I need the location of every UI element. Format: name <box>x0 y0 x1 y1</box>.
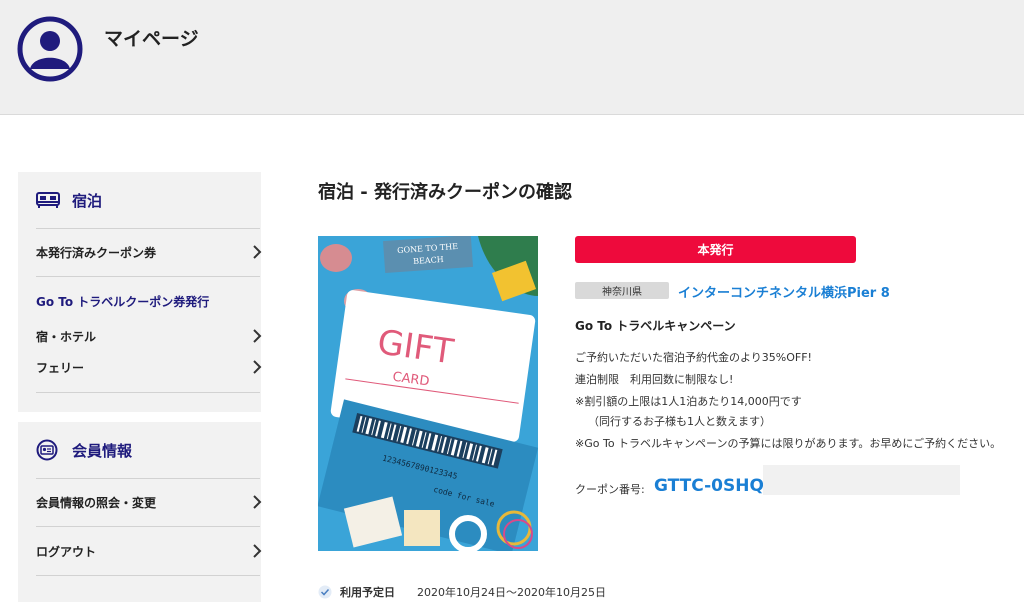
chevron-right-icon <box>253 329 262 343</box>
prefecture-tag: 神奈川県 <box>575 282 669 299</box>
chevron-right-icon <box>253 245 262 259</box>
sidebar-item-issued-coupon[interactable]: 本発行済みクーポン券 <box>36 240 262 264</box>
divider <box>36 478 260 479</box>
header: マイページ <box>0 0 1024 115</box>
description-line: 連泊制限 利用回数に制限なし! <box>575 373 734 386</box>
sidebar-item-ferry[interactable]: フェリー <box>36 355 262 379</box>
sidebar-item-label: ログアウト <box>36 544 97 559</box>
period-value: 2020年10月24日〜2020年10月25日 <box>417 586 606 599</box>
divider <box>36 575 260 576</box>
divider <box>36 276 260 277</box>
sidebar-item-label: 宿・ホテル <box>36 329 97 344</box>
member-card-icon <box>36 439 62 461</box>
sidebar-item-logout[interactable]: ログアウト <box>36 539 262 563</box>
divider <box>36 392 260 393</box>
page-title: マイページ <box>104 28 199 50</box>
sidebar-item-label: 会員情報の照会・変更 <box>36 495 157 510</box>
divider <box>36 526 260 527</box>
chevron-right-icon <box>253 360 262 374</box>
lodging-title: 宿泊 <box>72 191 103 210</box>
period-label: 利用予定日 <box>340 586 395 599</box>
user-avatar-icon[interactable] <box>17 16 83 82</box>
gift-card-image: GONE TO THE BEACH GIFT CARD 123456789012… <box>318 236 538 551</box>
chevron-right-icon <box>253 544 262 558</box>
campaign-title: Go To トラベルキャンペーン <box>575 319 736 333</box>
member-heading: 会員情報 <box>36 438 132 462</box>
usage-period: 利用予定日 2020年10月24日〜2020年10月25日 <box>318 584 606 600</box>
divider <box>36 228 260 229</box>
description-line: ご予約いただいた宿泊予約代金のより35%OFF! <box>575 351 812 364</box>
sidebar-lodging: 宿泊 本発行済みクーポン券 Go To トラベルクーポン券発行 宿・ホテル フェ… <box>18 172 262 412</box>
coupon-code-mask <box>763 465 960 495</box>
sidebar-item-label: 本発行済みクーポン券 <box>36 245 157 260</box>
sidebar-item-member-edit[interactable]: 会員情報の照会・変更 <box>36 490 262 514</box>
goto-heading: Go To トラベルクーポン券発行 <box>36 295 210 309</box>
description-line: ※Go To トラベルキャンペーンの予算には限りがあります。お早めにご予約くださ… <box>575 437 1002 450</box>
sidebar-item-label: フェリー <box>36 360 85 375</box>
hotel-name-link[interactable]: インターコンチネンタル横浜Pier 8 <box>678 282 890 301</box>
lodging-heading: 宿泊 <box>36 188 102 212</box>
member-title: 会員情報 <box>72 441 133 460</box>
chevron-right-icon <box>253 495 262 509</box>
status-badge: 本発行 <box>575 236 856 263</box>
coupon-code: GTTC-0SHQ- <box>654 476 772 496</box>
sidebar-item-hotel[interactable]: 宿・ホテル <box>36 324 262 348</box>
description-line: （同行するお子様も1人と数えます） <box>588 415 771 428</box>
description-line: ※割引額の上限は1人1泊あたり14,000円です <box>575 395 802 408</box>
coupon-label: クーポン番号: <box>575 483 645 496</box>
sidebar-member: 会員情報 会員情報の照会・変更 ログアウト <box>18 422 262 602</box>
main-title: 宿泊 - 発行済みクーポンの確認 <box>318 182 573 203</box>
bed-icon <box>36 189 62 211</box>
